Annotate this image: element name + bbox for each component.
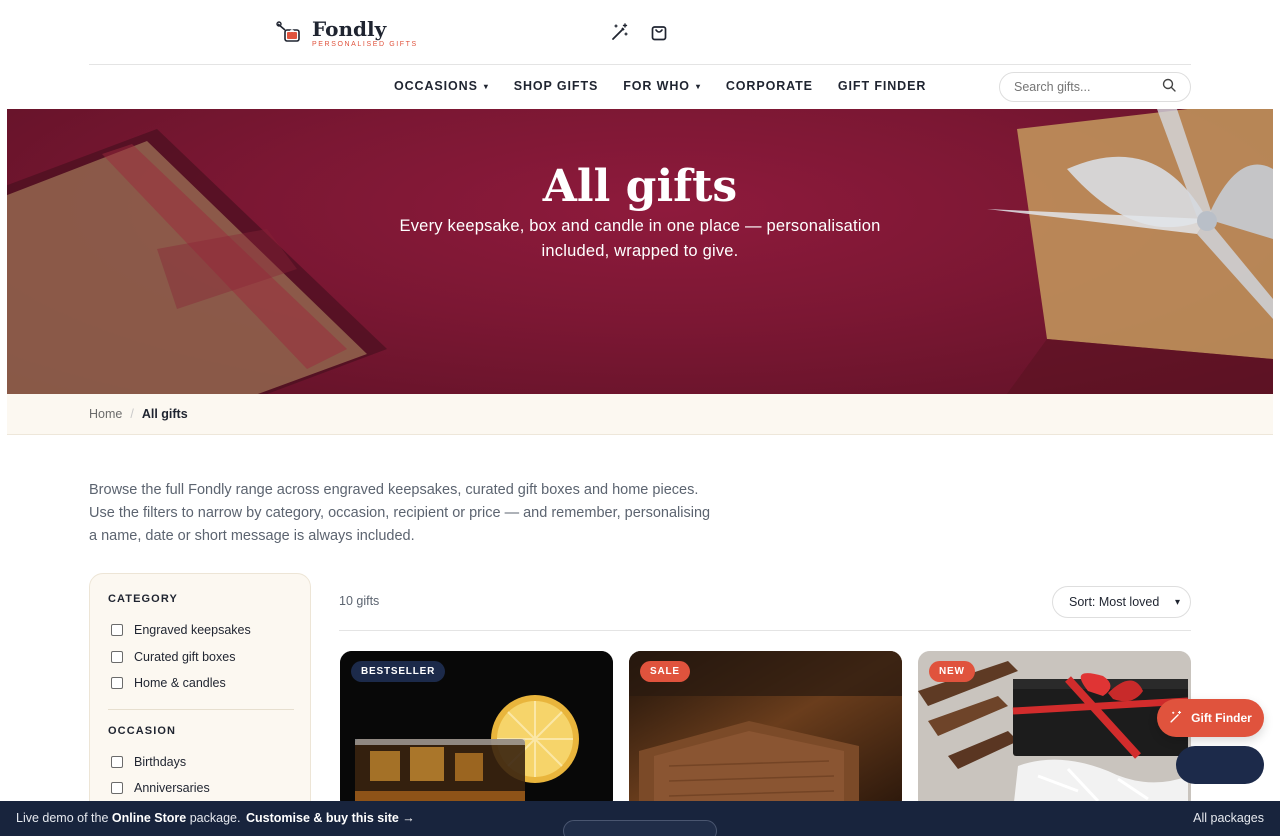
nav-occasions-label: OCCASIONS (394, 79, 478, 93)
filter-option[interactable]: Anniversaries (111, 781, 210, 795)
main-nav: OCCASIONS ▾ SHOP GIFTS FOR WHO ▾ CORPORA… (394, 79, 926, 93)
page-subtitle: Every keepsake, box and candle in one pl… (399, 217, 881, 260)
search-icon[interactable] (1162, 78, 1176, 97)
breadcrumb-bar: Home / All gifts (7, 394, 1273, 435)
chat-button[interactable] (1176, 746, 1264, 784)
breadcrumb-current: All gifts (141, 407, 188, 421)
breadcrumb: Home / All gifts (89, 407, 188, 421)
shopping-bag-icon[interactable] (649, 22, 669, 42)
magic-wand-icon[interactable] (610, 22, 630, 42)
filter-option[interactable]: Engraved keepsakes (111, 623, 251, 637)
filter-option-label: Birthdays (134, 755, 187, 769)
search-box (999, 72, 1191, 102)
results-count: 10 gifts (339, 594, 380, 608)
gift-tag-logo-icon (276, 20, 302, 46)
product-badge: SALE (640, 661, 690, 682)
all-packages-link[interactable]: All packages (1193, 811, 1264, 825)
demo-info: Live demo of the Online Store package. (16, 811, 240, 825)
results-divider (339, 630, 1191, 631)
product-badge: NEW (929, 661, 975, 682)
checkbox[interactable] (111, 782, 123, 794)
filter-option-label: Anniversaries (134, 781, 210, 795)
gift-finder-label: Gift Finder (1191, 711, 1252, 725)
filter-option[interactable]: Birthdays (111, 755, 186, 769)
sort-selected-value: Sort: Most loved (1069, 595, 1160, 609)
filter-divider (108, 709, 294, 710)
nav-shop-gifts[interactable]: SHOP GIFTS (514, 79, 598, 93)
product-card[interactable]: NEW (918, 651, 1191, 811)
filter-option-label: Curated gift boxes (134, 650, 236, 664)
product-card[interactable]: SALE (629, 651, 902, 811)
search-input[interactable] (1014, 80, 1154, 94)
header-divider (89, 64, 1191, 65)
filter-option[interactable]: Home & candles (111, 676, 226, 690)
customise-buy-link[interactable]: Customise & buy this site → (246, 811, 415, 825)
site-header: Fondly PERSONALISED GIFTS OCCASIONS ▾ SH… (0, 0, 1280, 108)
filter-option[interactable]: Curated gift boxes (111, 650, 235, 664)
page-title: All gifts (542, 161, 738, 212)
demo-bar: Live demo of the Online Store package. C… (0, 801, 1280, 836)
nav-occasions[interactable]: OCCASIONS ▾ (394, 79, 489, 93)
filter-heading-category: CATEGORY (108, 593, 178, 605)
breadcrumb-separator: / (130, 407, 134, 421)
nav-gift-finder[interactable]: GIFT FINDER (838, 79, 926, 93)
checkbox[interactable] (111, 651, 123, 663)
gift-finder-button[interactable]: Gift Finder (1157, 699, 1264, 737)
chevron-down-icon: ▾ (695, 81, 701, 91)
sort-select[interactable]: Sort: Most loved ▾ (1052, 586, 1191, 618)
magic-wand-icon (1169, 710, 1183, 727)
nav-for-who-label: FOR WHO (623, 79, 690, 93)
checkbox[interactable] (111, 756, 123, 768)
brand-tagline: PERSONALISED GIFTS (312, 41, 418, 48)
demo-suffix: package. (189, 811, 241, 825)
nav-for-who[interactable]: FOR WHO ▾ (623, 79, 701, 93)
chevron-down-icon: ▾ (1174, 596, 1180, 608)
brand-name: Fondly (312, 17, 387, 41)
chevron-down-icon: ▾ (483, 81, 489, 91)
demo-package: Online Store (111, 811, 187, 825)
checkbox[interactable] (111, 624, 123, 636)
product-card[interactable]: BESTSELLER (340, 651, 613, 811)
nav-shop-gifts-label: SHOP GIFTS (513, 79, 599, 93)
filters-panel: CATEGORY Engraved keepsakes Curated gift… (89, 573, 311, 833)
nav-corporate[interactable]: CORPORATE (726, 79, 813, 93)
hero-banner: All gifts Every keepsake, box and candle… (7, 109, 1273, 394)
intro-text: Browse the full Fondly range across engr… (89, 482, 711, 544)
toolbar-dock[interactable] (563, 820, 717, 836)
checkbox[interactable] (111, 677, 123, 689)
nav-gift-finder-label: GIFT FINDER (837, 79, 927, 93)
nav-corporate-label: CORPORATE (725, 79, 813, 93)
breadcrumb-home-link[interactable]: Home (89, 407, 122, 421)
demo-prefix: Live demo of the (16, 811, 109, 825)
filter-option-label: Home & candles (134, 676, 226, 690)
product-badge: BESTSELLER (351, 661, 446, 682)
filter-heading-occasion: OCCASION (108, 725, 177, 737)
filter-option-label: Engraved keepsakes (134, 623, 251, 637)
logo[interactable]: Fondly PERSONALISED GIFTS (276, 18, 418, 48)
